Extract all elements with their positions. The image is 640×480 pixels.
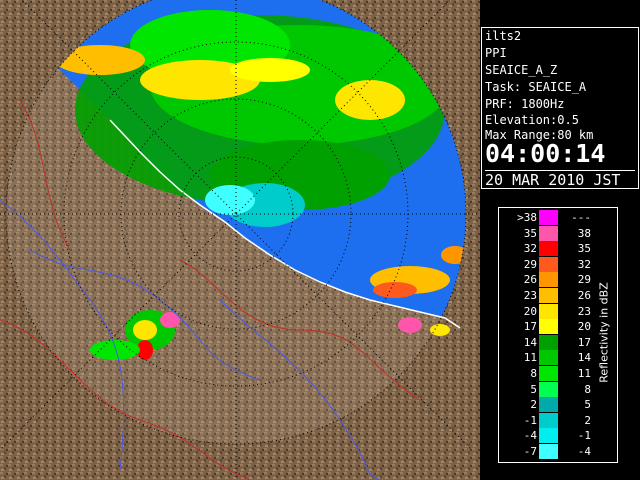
prf-value: PRF: 1800Hz xyxy=(485,97,565,111)
scale-high-label: 35 xyxy=(577,242,591,256)
scale-low-label: -1 xyxy=(523,413,537,427)
task-name: Task: SEAICE_A xyxy=(485,80,587,94)
scale-low-label: 23 xyxy=(523,289,537,302)
scale-low-label: -4 xyxy=(523,429,537,443)
scale-high-label: 23 xyxy=(577,304,591,318)
radar-map xyxy=(0,0,480,480)
scale-high-label: -1 xyxy=(577,429,591,443)
scale-low-label: -7 xyxy=(523,445,537,458)
scale-color-swatch xyxy=(539,210,558,225)
scale-high-label: 11 xyxy=(577,367,591,380)
elevation-value: Elevation:0.5 xyxy=(485,113,579,127)
scale-color-swatch xyxy=(539,272,558,288)
scale-color-swatch xyxy=(539,319,558,335)
scale-low-label: 11 xyxy=(523,351,537,365)
scale-low-label: 2 xyxy=(530,398,537,412)
product-name: SEAICE_A_Z xyxy=(485,63,558,77)
scale-high-label: 5 xyxy=(584,398,591,412)
scale-low-label: 8 xyxy=(530,367,537,380)
scale-low-label: 17 xyxy=(523,320,537,334)
scale-color-swatch xyxy=(539,288,558,303)
scale-color-swatch xyxy=(539,303,558,319)
scale-high-label: 38 xyxy=(577,226,591,240)
scale-low-label: >38 xyxy=(517,211,537,224)
scale-high-label: 26 xyxy=(577,289,591,302)
scan-info-panel: ilts2 PPI SEAICE_A_Z Task: SEAICE_A PRF:… xyxy=(481,27,639,189)
scale-color-swatch xyxy=(539,444,558,459)
scan-type: PPI xyxy=(485,46,507,60)
scale-unit-label: Reflectivity in dBZ xyxy=(597,282,611,383)
scale-low-label: 26 xyxy=(523,273,537,287)
scale-color-swatch xyxy=(539,428,558,444)
scale-color-swatch xyxy=(539,366,558,381)
reflectivity-color-scale: >38 --- 35 38 32 35 29 32 26 29 23 26 20 23 17 20 14 17 11… xyxy=(498,207,618,463)
scale-low-label: 32 xyxy=(523,242,537,256)
scan-time: 04:00:14 xyxy=(485,139,606,168)
station-name: ilts2 xyxy=(485,29,522,43)
scale-low-label: 29 xyxy=(523,257,537,271)
scale-low-label: 20 xyxy=(523,304,537,318)
scale-color-swatch xyxy=(539,412,558,428)
scale-color-swatch xyxy=(539,397,558,413)
scale-high-label: 29 xyxy=(577,273,591,287)
scale-high-label: 14 xyxy=(577,351,591,365)
scale-color-swatch xyxy=(539,350,558,366)
scale-color-swatch xyxy=(539,241,558,257)
scan-date: 20 MAR 2010 JST xyxy=(485,170,635,189)
scale-low-label: 5 xyxy=(530,382,537,396)
scale-high-label: 20 xyxy=(577,320,591,334)
scale-high-label: --- xyxy=(571,211,591,224)
scale-low-label: 35 xyxy=(523,226,537,240)
scale-high-label: 2 xyxy=(584,413,591,427)
scale-high-label: 17 xyxy=(577,335,591,349)
scale-color-swatch xyxy=(539,225,558,241)
scale-high-label: 8 xyxy=(584,382,591,396)
scale-high-label: 32 xyxy=(577,257,591,271)
scale-color-swatch xyxy=(539,334,558,350)
scale-low-label: 14 xyxy=(523,335,537,349)
scale-high-label: -4 xyxy=(577,445,591,458)
scale-color-swatch xyxy=(539,381,558,397)
scale-color-swatch xyxy=(539,256,558,272)
